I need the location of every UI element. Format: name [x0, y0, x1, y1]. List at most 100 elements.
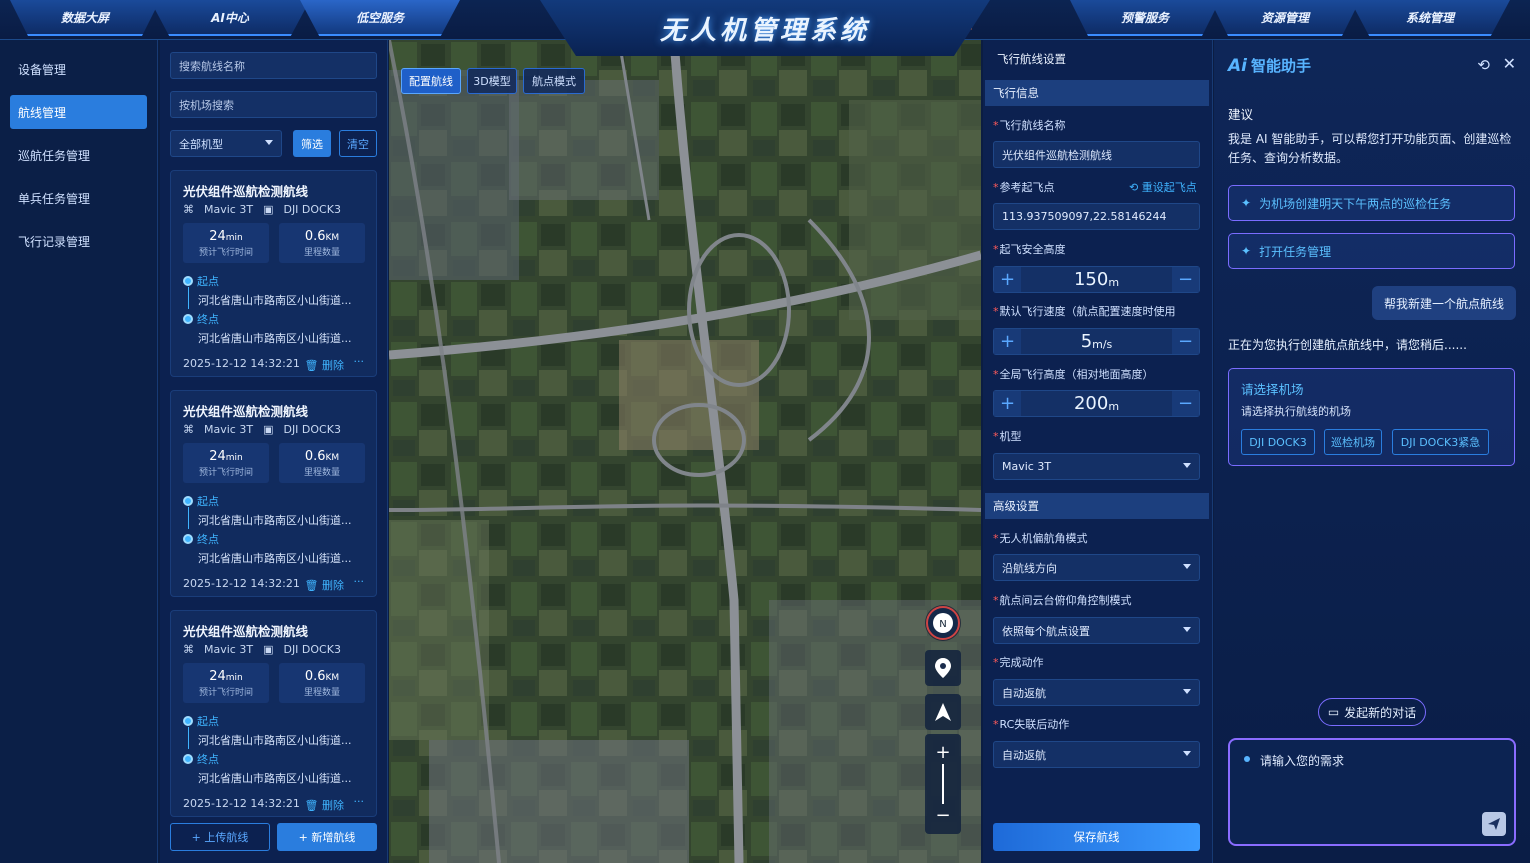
flight-time-stat: 24min 预计飞行时间	[183, 443, 269, 483]
history-icon[interactable]: ⟲	[1477, 56, 1490, 74]
end-label: 终点	[197, 533, 219, 546]
satellite-map[interactable]: 配置航线 3D模型 航点模式 N + −	[389, 40, 981, 863]
nav-tab-warning[interactable]: 预警服务	[1070, 0, 1220, 36]
yaw-mode-label-text: 无人机偏航角模式	[999, 532, 1088, 545]
route-connector	[188, 727, 189, 749]
speed-stepper[interactable]: + 5 m/s −	[993, 328, 1200, 355]
zoom-slider[interactable]	[942, 764, 944, 804]
airport-search-input[interactable]: 按机场搜索	[170, 91, 377, 118]
sidebar-item-flight-records[interactable]: 飞行记录管理	[10, 224, 147, 258]
sidebar-item-devices[interactable]: 设备管理	[10, 52, 147, 86]
airport-chip[interactable]: DJI DOCK3紧急	[1392, 429, 1489, 455]
point-dot-icon	[183, 314, 193, 324]
sidebar-item-soldier-tasks[interactable]: 单兵任务管理	[10, 181, 147, 215]
nav-tab-dashboard[interactable]: 数据大屏	[10, 0, 160, 36]
delete-button[interactable]: 🗑 删除	[305, 357, 344, 373]
route-title: 光伏组件巡航检测航线	[183, 184, 309, 199]
drone-icon: ⌘	[183, 203, 194, 216]
drone-type-select[interactable]: 全部机型	[170, 130, 282, 157]
send-icon	[1488, 818, 1500, 830]
tab-3d-model[interactable]: 3D模型	[467, 68, 517, 94]
select-title: 请选择机场	[1241, 382, 1304, 397]
sparkle-icon: ✦	[1241, 196, 1252, 210]
speed-unit: m/s	[1092, 337, 1113, 351]
flight-time-unit: min	[225, 233, 243, 243]
filter-button[interactable]: 筛选	[293, 130, 331, 157]
save-route-button[interactable]: 保存航线	[993, 823, 1200, 851]
more-icon[interactable]: ···	[354, 355, 365, 368]
model-select[interactable]: Mavic 3T	[993, 453, 1200, 480]
route-meta: ⌘ Mavic 3T ▣ DJI DOCK3	[183, 423, 341, 436]
global-altitude-value: 200	[1073, 393, 1109, 414]
tab-configure-route[interactable]: 配置航线	[401, 68, 461, 94]
zoom-out-icon[interactable]: −	[935, 805, 950, 826]
delete-button[interactable]: 🗑 删除	[305, 797, 344, 813]
finish-action-label: *完成动作	[993, 656, 1044, 669]
yaw-mode-select[interactable]: 沿航线方向	[993, 554, 1200, 581]
airport-chip[interactable]: 巡检机场	[1324, 429, 1382, 455]
drone-model: Mavic 3T	[204, 203, 254, 216]
safe-altitude-stepper[interactable]: + 150 m −	[993, 266, 1200, 293]
new-conversation-button[interactable]: ▭ 发起新的对话	[1318, 698, 1426, 726]
nav-tab-system[interactable]: 系统管理	[1350, 0, 1510, 36]
route-title: 光伏组件巡航检测航线	[183, 404, 309, 419]
route-date: 2025-12-12 14:32:21	[183, 577, 300, 590]
gimbal-mode-select[interactable]: 依照每个航点设置	[993, 617, 1200, 644]
clear-button[interactable]: 清空	[339, 130, 377, 157]
nav-tab-ai-center[interactable]: AI中心	[150, 0, 310, 36]
upload-route-button[interactable]: + 上传航线	[170, 823, 270, 851]
ref-point-field[interactable]: 113.937509097,22.58146244	[993, 203, 1200, 230]
route-card[interactable]: 光伏组件巡航检测航线 ⌘ Mavic 3T ▣ DJI DOCK3 24min 预计…	[170, 170, 377, 377]
point-dot-icon	[183, 496, 193, 506]
more-icon[interactable]: ···	[354, 795, 365, 808]
reset-point-button[interactable]: ⟲ 重设起飞点	[1129, 179, 1197, 195]
increment-button[interactable]: +	[994, 391, 1021, 416]
airport-chip[interactable]: DJI DOCK3	[1241, 429, 1315, 455]
decrement-button[interactable]: −	[1172, 329, 1199, 354]
dock-name: DJI DOCK3	[283, 423, 341, 436]
increment-button[interactable]: +	[994, 267, 1021, 292]
distance-stat: 0.6KM 里程数量	[279, 223, 365, 263]
delete-button[interactable]: 🗑 删除	[305, 577, 344, 593]
drone-model: Mavic 3T	[204, 643, 254, 656]
suggestion-open-tasks[interactable]: ✦ 打开任务管理	[1228, 233, 1515, 269]
nav-tab-low-altitude[interactable]: 低空服务	[300, 0, 460, 36]
more-icon[interactable]: ···	[354, 575, 365, 588]
location-pin-icon[interactable]	[925, 650, 961, 686]
chat-icon: ▭	[1327, 705, 1340, 719]
decrement-button[interactable]: −	[1172, 267, 1199, 292]
dock-name: DJI DOCK3	[283, 203, 341, 216]
global-altitude-label-text: 全局飞行高度（相对地面高度）	[999, 368, 1154, 381]
sidebar-item-patrol-tasks[interactable]: 巡航任务管理	[10, 138, 147, 172]
dock-icon: ▣	[263, 423, 274, 436]
trash-icon: 🗑	[304, 579, 319, 592]
global-altitude-stepper[interactable]: + 200 m −	[993, 390, 1200, 417]
add-route-button[interactable]: + 新增航线	[277, 823, 377, 851]
nav-tab-resources[interactable]: 资源管理	[1210, 0, 1360, 36]
route-card[interactable]: 光伏组件巡航检测航线 ⌘ Mavic 3T ▣ DJI DOCK3 24min 预计…	[170, 390, 377, 597]
rc-lost-select[interactable]: 自动返航	[993, 741, 1200, 768]
route-name-field[interactable]: 光伏组件巡航检测航线	[993, 141, 1200, 168]
navigate-arrow-icon[interactable]	[925, 694, 961, 730]
distance-label: 里程数量	[303, 248, 340, 258]
compass-icon[interactable]: N	[925, 605, 961, 641]
flight-time-value: 24	[209, 229, 226, 244]
suggestion-create-task[interactable]: ✦ 为机场创建明天下午两点的巡检任务	[1228, 185, 1515, 221]
close-icon[interactable]: ✕	[1503, 54, 1516, 73]
zoom-control[interactable]: + −	[925, 734, 961, 834]
model-value: Mavic 3T	[1002, 460, 1052, 473]
send-button[interactable]	[1482, 812, 1506, 836]
select-desc: 请选择执行航线的机场	[1241, 405, 1351, 418]
dock-icon: ▣	[263, 203, 274, 216]
end-address: 河北省唐山市路南区小山街道...	[198, 552, 352, 565]
zoom-in-icon[interactable]: +	[935, 742, 950, 763]
decrement-button[interactable]: −	[1172, 391, 1199, 416]
chat-input[interactable]: 请输入您的需求	[1228, 738, 1516, 846]
flight-time-stat: 24min 预计飞行时间	[183, 223, 269, 263]
route-search-input[interactable]: 搜索航线名称	[170, 52, 377, 79]
route-card[interactable]: 光伏组件巡航检测航线 ⌘ Mavic 3T ▣ DJI DOCK3 24min 预计…	[170, 610, 377, 817]
sidebar-item-routes[interactable]: 航线管理	[10, 95, 147, 129]
tab-waypoint-mode[interactable]: 航点模式	[523, 68, 585, 94]
increment-button[interactable]: +	[994, 329, 1021, 354]
finish-action-select[interactable]: 自动返航	[993, 679, 1200, 706]
